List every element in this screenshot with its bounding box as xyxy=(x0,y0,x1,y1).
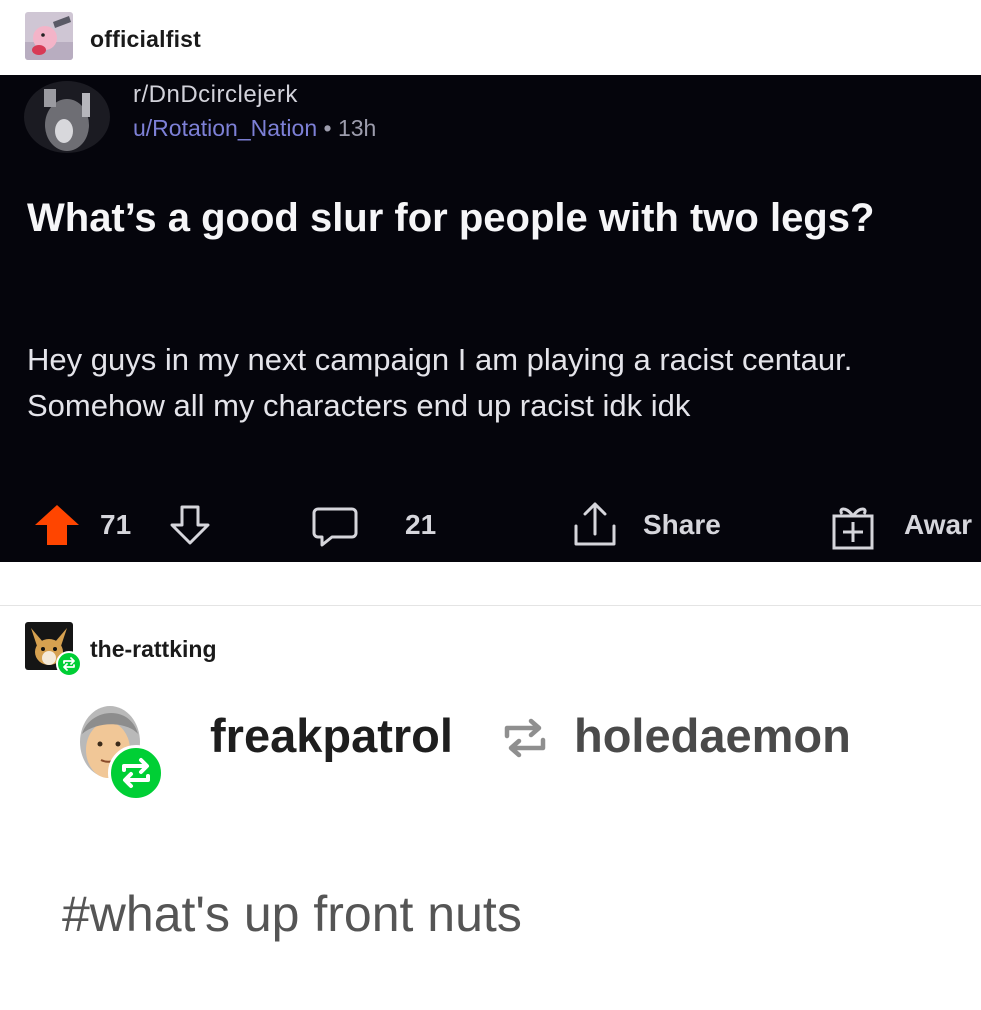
post-author[interactable]: u/Rotation_Nation xyxy=(133,115,317,141)
post-meta: u/Rotation_Nation • 13h xyxy=(133,115,376,142)
trail-poster[interactable]: freakpatrol xyxy=(210,708,453,763)
avatar-subreddit xyxy=(24,81,110,153)
post-age: 13h xyxy=(337,115,377,141)
post-body: Hey guys in my next campaign I am playin… xyxy=(27,342,853,423)
vote-score: 71 xyxy=(100,509,132,540)
blog-name-rattking[interactable]: the-rattking xyxy=(90,636,217,663)
post-divider xyxy=(0,605,981,606)
reblog-icon xyxy=(497,712,553,769)
comment-count[interactable]: 21 xyxy=(405,509,436,541)
upvote-icon[interactable] xyxy=(32,503,82,552)
meta-separator: • xyxy=(323,115,332,141)
subreddit-name[interactable]: r/DnDcirclejerk xyxy=(133,81,298,109)
share-button[interactable]: Share xyxy=(643,509,721,541)
avatar-officialfist[interactable] xyxy=(25,12,73,60)
reblog-badge-large-icon xyxy=(108,745,164,801)
trail-reblogged-from[interactable]: holedaemon xyxy=(574,708,851,763)
award-icon[interactable] xyxy=(828,502,878,557)
reblog-badge-icon xyxy=(56,651,82,677)
blog-name-officialfist[interactable]: officialfist xyxy=(90,26,201,53)
post-tag[interactable]: #what's up front nuts xyxy=(62,885,522,943)
award-button[interactable]: Awar xyxy=(904,509,972,541)
share-icon[interactable] xyxy=(568,500,622,555)
downvote-icon[interactable] xyxy=(168,503,212,552)
reddit-post-screenshot: r/DnDcirclejerk u/Rotation_Nation • 13h … xyxy=(0,75,981,562)
comment-icon[interactable] xyxy=(310,505,360,554)
post-title[interactable]: What’s a good slur for people with two l… xyxy=(27,193,947,243)
